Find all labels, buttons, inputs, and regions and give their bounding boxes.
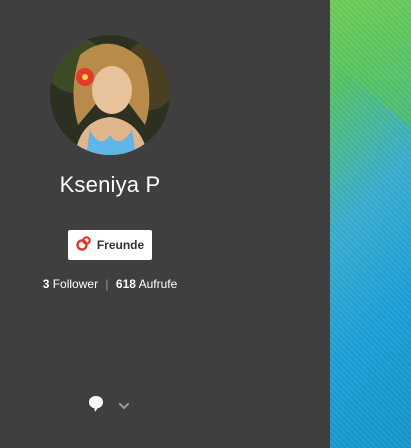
views-count: 618	[115, 277, 136, 291]
chevron-down-icon[interactable]	[118, 398, 130, 416]
avatar-image	[50, 35, 170, 155]
cover-texture	[330, 0, 411, 448]
circles-icon	[76, 235, 92, 256]
speech-bubble-icon[interactable]	[88, 395, 104, 418]
friends-button[interactable]: Freunde	[68, 230, 152, 260]
profile-stats: 3 Follower | 618 Aufrufe	[0, 277, 220, 291]
views-label: Aufrufe	[138, 277, 178, 291]
avatar[interactable]	[50, 35, 170, 155]
friends-button-label: Freunde	[96, 238, 145, 252]
followers-count: 3	[42, 277, 50, 291]
profile-sidebar: Kseniya P Freunde 3 Follower | 618 Aufru…	[0, 0, 330, 448]
cover-image	[330, 0, 411, 448]
sidebar-footer-actions	[88, 395, 130, 418]
profile-name: Kseniya P	[59, 172, 161, 197]
stats-separator: |	[105, 277, 109, 291]
followers-label: Follower	[52, 277, 99, 291]
